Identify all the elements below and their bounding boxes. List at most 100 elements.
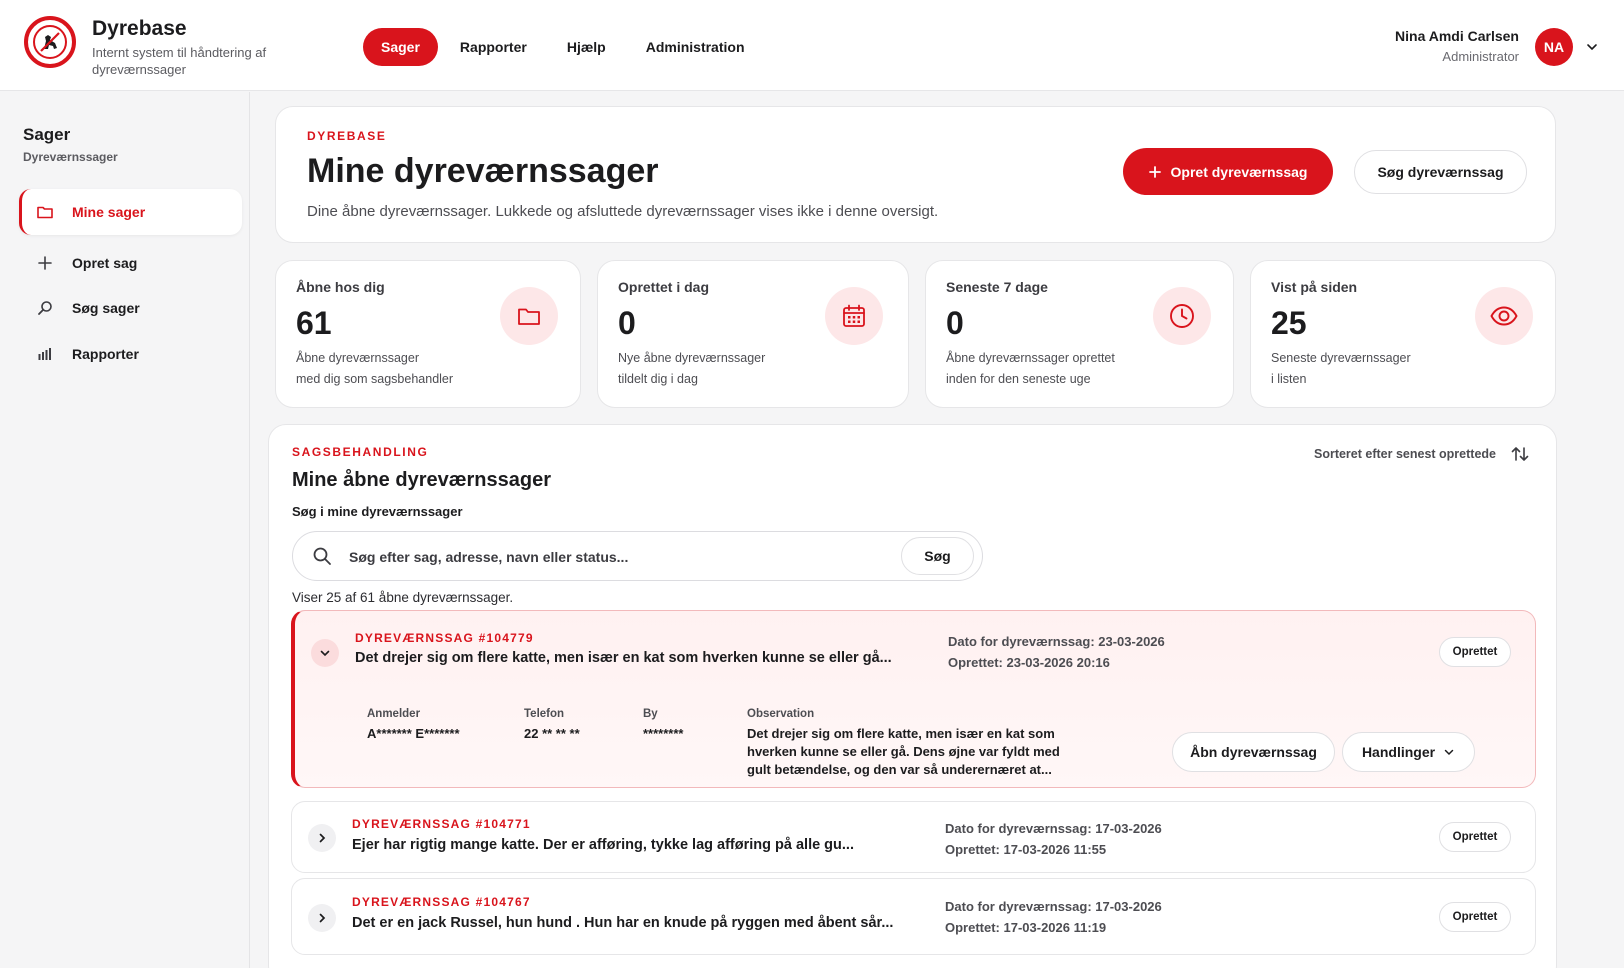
actions-button[interactable]: Handlinger [1342,732,1475,772]
stat-label: Åbne hos dig [296,279,385,295]
chevron-down-icon [320,650,330,657]
stat-value: 0 [618,305,636,341]
sort-arrows-icon [1511,447,1529,461]
stat-card-shown: Vist på siden 25 Seneste dyreværnssager … [1250,260,1556,408]
sort-label: Sorteret efter senest oprettede [1313,447,1496,461]
case-created: Oprettet: 23-03-2026 20:16 [948,655,1110,670]
sidebar-item-mine-sager[interactable]: Mine sager [19,189,242,235]
stat-description-line: i listen [1271,372,1307,386]
nav-sager[interactable]: Sager [363,28,438,66]
phone-label: Telefon [524,708,565,720]
reporter-value: A******* E******* [367,726,460,741]
stat-description-line: tildelt dig i dag [618,372,698,386]
stat-label: Vist på siden [1271,279,1358,295]
case-id: DYREVÆRNSSAG #104767 [352,895,531,909]
sidebar-item-label: Rapporter [72,346,139,362]
page-eyebrow: DYREBASE [307,129,387,143]
stat-value: 61 [296,305,332,341]
case-dates: Dato for dyreværnssag: 17-03-2026 Oprett… [945,818,1162,860]
list-title: Mine åbne dyreværnssager [292,469,551,491]
case-row[interactable]: DYREVÆRNSSAG #104771 Ejer har rigtig man… [291,801,1536,873]
sidebar-item-rapporter[interactable]: Rapporter [19,331,242,377]
case-date: Dato for dyreværnssag: 17-03-2026 [945,899,1162,914]
status-badge: Oprettet [1439,637,1511,667]
collapse-toggle[interactable] [311,639,339,667]
search-button[interactable]: Søg [901,537,974,575]
nav-rapporter[interactable]: Rapporter [442,28,545,66]
stat-description-line: Seneste dyreværnssager [1271,351,1411,365]
chevron-right-icon [319,833,326,843]
chevron-down-icon [1444,749,1454,756]
observation-value: Det drejer sig om flere katte, men især … [747,726,1060,777]
clock-icon [1153,287,1211,345]
stat-label: Oprettet i dag [618,279,710,295]
case-summary: Det drejer sig om flere katte, men især … [355,650,892,666]
stat-card-open: Åbne hos dig 61 Åbne dyreværnssager med … [275,260,581,408]
search-icon [35,298,55,318]
sidebar-subtitle: Dyreværnssager [23,150,118,164]
logo[interactable] [24,16,76,68]
case-summary: Ejer har rigtig mange katte. Der er affø… [352,837,854,853]
user-role: Administrator [1442,49,1519,64]
status-badge: Oprettet [1439,822,1511,852]
calendar-icon [825,287,883,345]
case-created: Oprettet: 17-03-2026 11:55 [945,842,1107,857]
sidebar-item-label: Opret sag [72,255,138,271]
chevron-right-icon [319,913,326,923]
stat-label: Seneste 7 dage [946,279,1048,295]
case-date: Dato for dyreværnssag: 23-03-2026 [948,634,1165,649]
expand-toggle[interactable] [308,824,336,852]
nav-hjaelp[interactable]: Hjælp [549,28,624,66]
sidebar-item-soeg-sager[interactable]: Søg sager [19,285,242,331]
observation-label: Observation [747,708,815,720]
sidebar-item-opret-sag[interactable]: Opret sag [19,240,242,286]
result-count: Viser 25 af 61 åbne dyreværnssager. [292,590,514,605]
user-name: Nina Amdi Carlsen [1395,28,1519,44]
case-summary: Det er en jack Russel, hun hund . Hun ha… [352,915,894,931]
avatar[interactable]: NA [1535,28,1573,66]
chevron-down-icon[interactable] [1585,40,1599,54]
search-input[interactable] [349,544,869,570]
stat-value: 0 [946,305,964,341]
phone-value: 22 ** ** ** [524,726,580,741]
stat-card-week: Seneste 7 dage 0 Åbne dyreværnssager opr… [925,260,1234,408]
sidebar: Sager Dyreværnssager Mine sager Opret sa… [0,92,250,968]
case-row[interactable]: DYREVÆRNSSAG #104767 Det er en jack Russ… [291,878,1536,955]
nav-administration[interactable]: Administration [628,28,763,66]
expand-toggle[interactable] [308,904,336,932]
case-id: DYREVÆRNSSAG #104771 [352,817,531,831]
create-case-button[interactable]: Opret dyreværnssag [1123,148,1333,195]
sort-control[interactable]: Sorteret efter senest oprettede [1314,445,1530,463]
city-value: ******** [643,726,684,741]
search-icon [312,546,332,566]
plus-icon [1148,165,1161,178]
case-row[interactable]: DYREVÆRNSSAG #104779 Det drejer sig om f… [291,610,1536,788]
status-badge: Oprettet [1439,902,1511,932]
page-description: Dine åbne dyreværnssager. Lukkede og afs… [307,203,939,220]
case-id: DYREVÆRNSSAG #104779 [355,631,534,645]
search-label: Søg i mine dyreværnssager [292,504,463,519]
stat-description: Seneste dyreværnssager i listen [1271,348,1471,390]
main-nav: Sager Rapporter Hjælp Administration [363,28,767,66]
stat-description-line: med dig som sagsbehandler [296,372,454,386]
dog-logo-icon [33,25,67,59]
sidebar-title: Sager [23,125,71,144]
stat-description: Nye åbne dyreværnssager tildelt dig i da… [618,348,818,390]
sidebar-item-label: Mine sager [72,204,146,220]
search-case-button[interactable]: Søg dyreværnssag [1354,150,1527,194]
folder-icon [500,287,558,345]
open-case-button[interactable]: Åbn dyreværnssag [1172,732,1335,772]
stat-description: Åbne dyreværnssager oprettet inden for d… [946,348,1146,390]
case-list-card: SAGSBEHANDLING Mine åbne dyreværnssager … [268,424,1557,968]
stat-description-line: Åbne dyreværnssager oprettet [946,351,1115,365]
stat-description-line: Åbne dyreværnssager [296,351,419,365]
city-label: By [643,708,658,720]
eye-icon [1475,287,1533,345]
bar-chart-icon [35,344,55,364]
case-created: Oprettet: 17-03-2026 11:19 [945,920,1107,935]
top-bar: Dyrebase Internt system til håndtering a… [0,0,1624,91]
app-subtitle: Internt system til håndtering af dyrevær… [92,45,267,77]
case-dates: Dato for dyreværnssag: 23-03-2026 Oprett… [948,631,1165,673]
sidebar-item-label: Søg sager [72,300,140,316]
stat-card-today: Oprettet i dag 0 Nye åbne dyreværnssager… [597,260,909,408]
